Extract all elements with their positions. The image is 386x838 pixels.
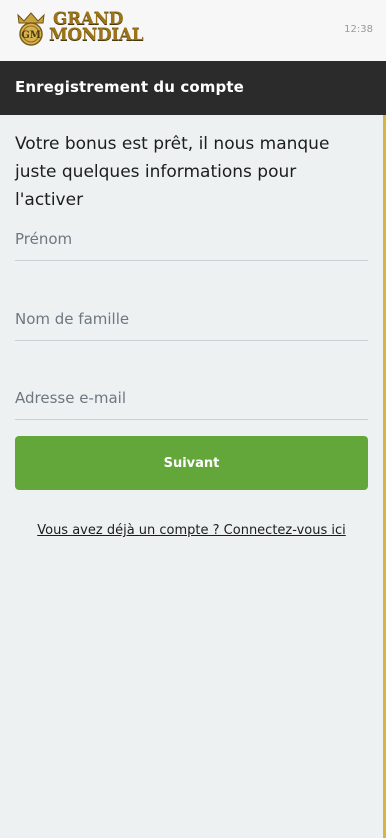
first-name-field[interactable] xyxy=(15,218,368,261)
brand-logo[interactable]: GM GRAND MONDIAL xyxy=(14,10,164,50)
status-time: 12:38 xyxy=(344,24,373,35)
next-button[interactable]: Suivant xyxy=(15,436,368,490)
bonus-message: Votre bonus est prêt, il nous manque jus… xyxy=(15,134,330,210)
email-field[interactable] xyxy=(15,377,368,420)
crest-monogram: GM xyxy=(21,30,41,41)
brand-name-line2: MONDIAL xyxy=(49,25,144,45)
crest-icon: GM xyxy=(17,12,45,46)
brand-wordmark: GRAND MONDIAL xyxy=(49,11,144,45)
last-name-field[interactable] xyxy=(15,298,368,341)
page-header: Enregistrement du compte xyxy=(0,61,386,115)
page-title: Enregistrement du compte xyxy=(15,78,244,96)
top-bar: GM GRAND MONDIAL 12:38 xyxy=(0,0,386,61)
login-link[interactable]: Vous avez déjà un compte ? Connectez-vou… xyxy=(0,523,383,538)
